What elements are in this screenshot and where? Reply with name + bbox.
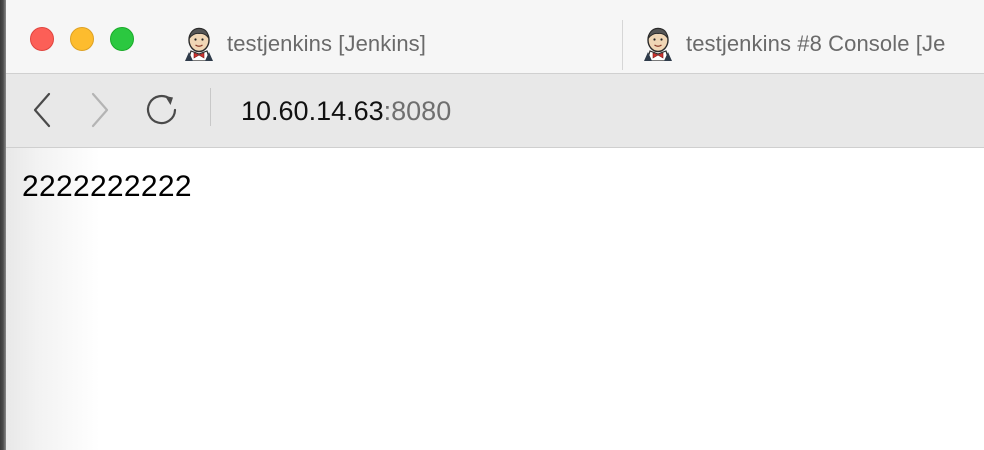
zoom-window-button[interactable] <box>110 27 134 51</box>
jenkins-icon <box>644 27 672 61</box>
minimize-window-button[interactable] <box>70 27 94 51</box>
page-body-text: 2222222222 <box>22 170 192 203</box>
address-bar[interactable]: 10.60.14.63:8080 <box>241 94 451 128</box>
browser-window: testjenkins [Jenkins] testjenkins #8 Con… <box>0 0 984 450</box>
chevron-left-icon <box>33 92 51 128</box>
url-port: :8080 <box>383 96 452 126</box>
navigation-toolbar: 10.60.14.63:8080 <box>0 74 984 148</box>
jenkins-icon <box>185 27 213 61</box>
chevron-right-icon <box>91 92 109 128</box>
tab-testjenkins[interactable]: testjenkins [Jenkins] <box>183 26 603 62</box>
reload-button[interactable] <box>142 88 182 132</box>
url-host: 10.60.14.63 <box>241 96 384 126</box>
forward-button[interactable] <box>80 88 120 132</box>
page-content: 2222222222 <box>0 148 984 450</box>
reload-icon <box>146 94 177 125</box>
tab-divider <box>622 20 623 70</box>
tab-title: testjenkins [Jenkins] <box>227 31 426 56</box>
background-window-edge <box>0 0 6 450</box>
tab-title: testjenkins #8 Console [Je <box>686 31 946 56</box>
tab-testjenkins-console[interactable]: testjenkins #8 Console [Je <box>642 26 984 62</box>
toolbar-separator <box>210 88 211 126</box>
back-button[interactable] <box>22 88 62 132</box>
close-window-button[interactable] <box>30 27 54 51</box>
tab-bar: testjenkins [Jenkins] testjenkins #8 Con… <box>0 0 984 74</box>
